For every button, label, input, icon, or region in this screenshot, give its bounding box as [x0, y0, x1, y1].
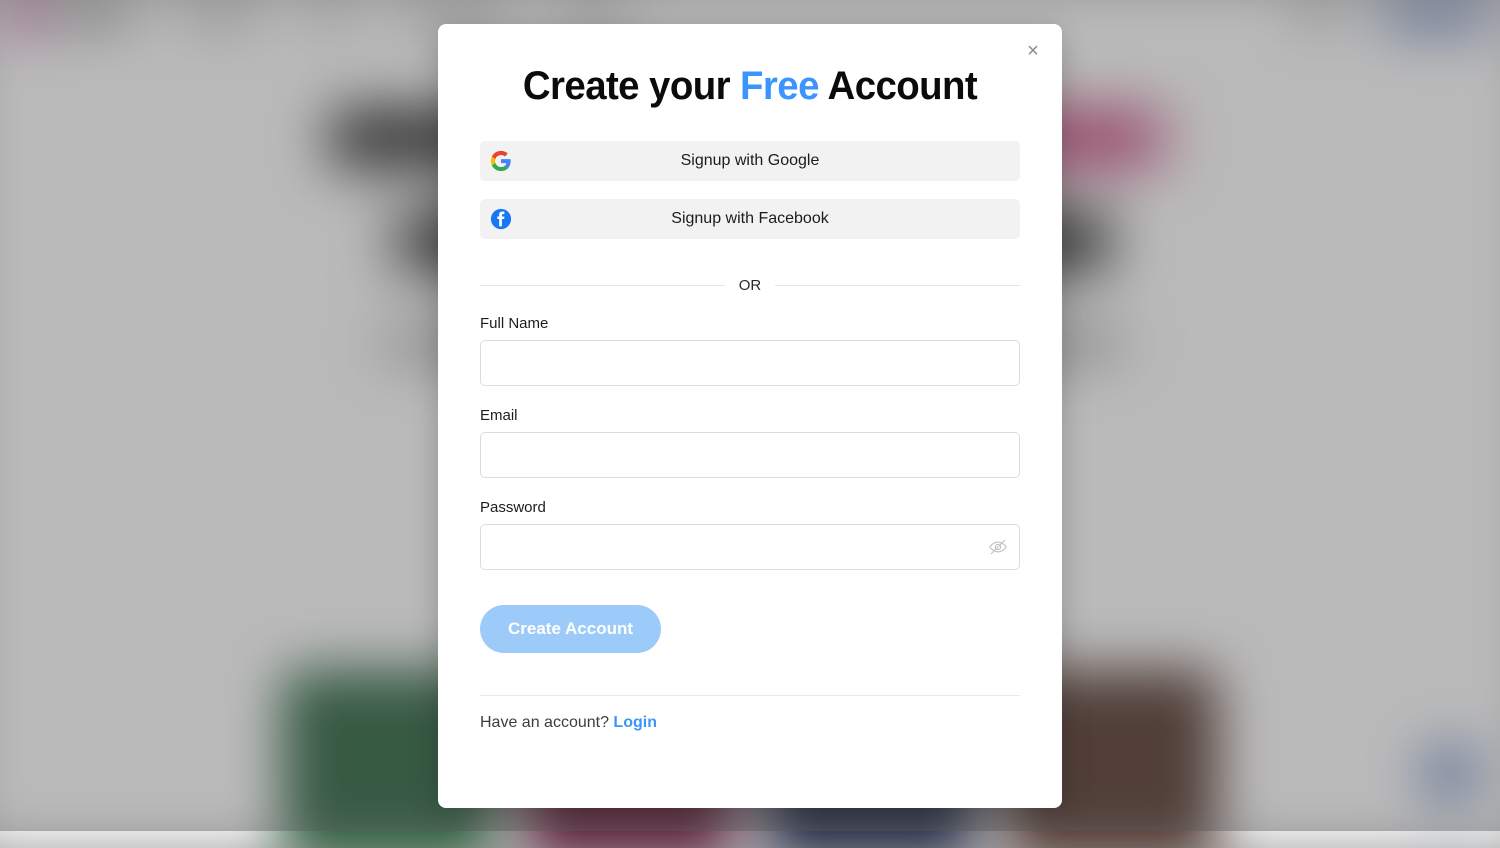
footer-text-row: Have an account? Login [480, 714, 1020, 732]
divider-rule-right [775, 285, 1020, 286]
create-account-button[interactable]: Create Account [480, 605, 661, 653]
signup-with-google-button[interactable]: Signup with Google [480, 141, 1020, 181]
modal-title-part-3: Account [819, 64, 977, 108]
email-input-wrap [480, 432, 1020, 478]
full-name-input-wrap [480, 340, 1020, 386]
password-label: Password [480, 499, 1020, 516]
footer-divider [480, 695, 1020, 696]
have-an-account-label: Have an account? [480, 714, 613, 731]
full-name-label: Full Name [480, 315, 1020, 332]
divider-label: OR [725, 277, 776, 294]
close-icon[interactable]: × [1016, 34, 1050, 68]
email-input[interactable] [480, 432, 1020, 478]
password-field-group: Password [480, 499, 1020, 570]
signup-with-facebook-button[interactable]: Signup with Facebook [480, 199, 1020, 239]
signup-with-google-label: Signup with Google [681, 152, 820, 170]
page-title: Create your Free Account [491, 24, 1009, 109]
google-icon [490, 150, 512, 172]
full-name-input[interactable] [480, 340, 1020, 386]
full-name-field-group: Full Name [480, 315, 1020, 386]
signup-modal: × Create your Free Account Signup with G… [438, 24, 1062, 808]
facebook-icon [490, 208, 512, 230]
eye-slash-icon[interactable] [988, 537, 1008, 557]
email-field-group: Email [480, 407, 1020, 478]
modal-title-accent: Free [740, 64, 819, 108]
password-input[interactable] [480, 524, 1020, 570]
modal-title-part-1: Create your [523, 64, 740, 108]
login-link[interactable]: Login [613, 714, 657, 731]
email-label: Email [480, 407, 1020, 424]
password-input-wrap [480, 524, 1020, 570]
or-divider: OR [480, 277, 1020, 294]
divider-rule-left [480, 285, 725, 286]
signup-with-facebook-label: Signup with Facebook [671, 210, 828, 228]
